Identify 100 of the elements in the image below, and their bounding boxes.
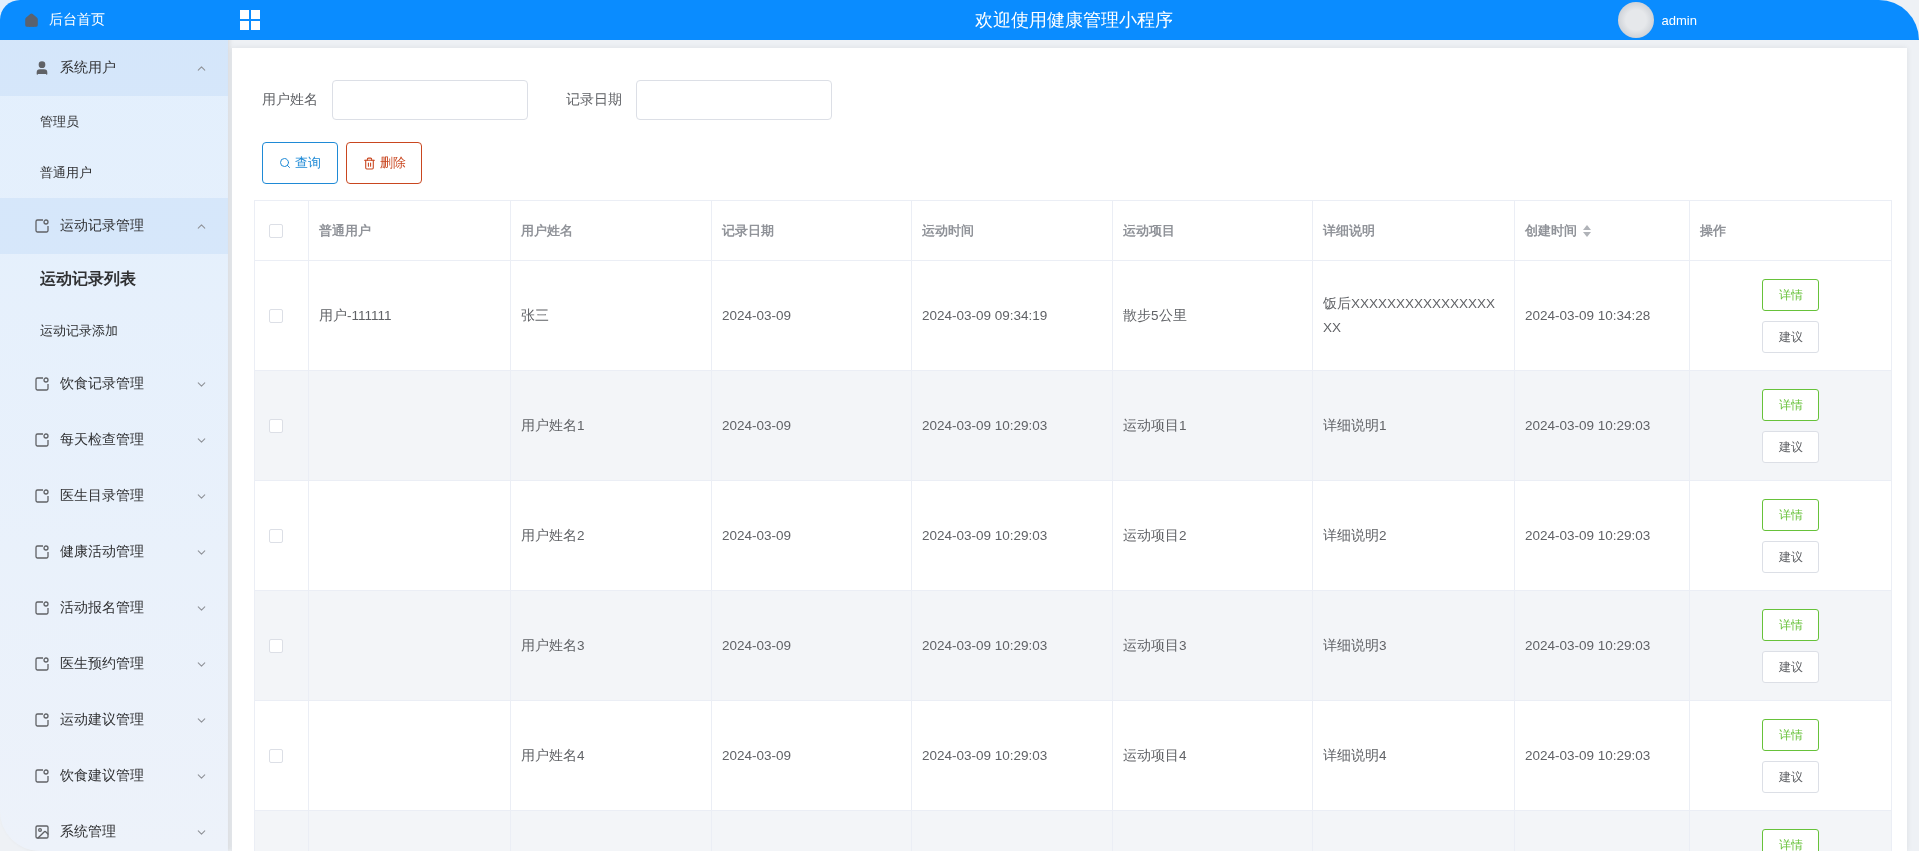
home-icon: [24, 12, 39, 28]
table-cell: 2024-03-09 10:29:03: [1515, 591, 1690, 701]
advice-button[interactable]: 建议: [1762, 321, 1819, 353]
advice-button[interactable]: 建议: [1762, 541, 1819, 573]
table-cell: 2024-03-09 10:29:03: [912, 481, 1113, 591]
delete-button[interactable]: 删除: [346, 142, 422, 184]
table-cell: 2024-03-09 09:34:19: [912, 261, 1113, 371]
checkbox[interactable]: [269, 528, 283, 543]
table-cell: 用户姓名2: [511, 481, 712, 591]
advice-button[interactable]: 建议: [1762, 761, 1819, 793]
image-icon: [34, 824, 50, 840]
search-button[interactable]: 查询: [262, 142, 338, 184]
table-cell: 详细说明1: [1313, 371, 1515, 481]
menu-group-label: 饮食建议管理: [60, 767, 145, 785]
column-label: 详细说明: [1323, 221, 1375, 240]
menu-group[interactable]: 医生预约管理: [0, 636, 228, 692]
note-icon: [34, 600, 50, 616]
table-cell: 详细说明3: [1313, 591, 1515, 701]
menu-group[interactable]: 运动建议管理: [0, 692, 228, 748]
table-cell: 运动项目1: [1113, 371, 1313, 481]
table-cell: 运动项目2: [1113, 481, 1313, 591]
menu-group[interactable]: 系统用户: [0, 40, 228, 96]
menu-group[interactable]: 活动报名管理: [0, 580, 228, 636]
table-cell: 2024-03-09: [712, 591, 912, 701]
table-cell: 用户姓名4: [511, 701, 712, 811]
menu-item[interactable]: 普通用户: [0, 147, 228, 198]
table-cell: 用户姓名3: [511, 591, 712, 701]
checkbox[interactable]: [269, 418, 283, 433]
table-cell: 2024-03-09: [712, 701, 912, 811]
advice-button[interactable]: 建议: [1762, 431, 1819, 463]
table-cell: 详细说明4: [1313, 701, 1515, 811]
table-cell: 2024-03-09 10:29:03: [1515, 701, 1690, 811]
menu-group-label: 每天检查管理: [60, 431, 145, 449]
trash-icon: [362, 156, 376, 170]
menu-group-label: 饮食记录管理: [60, 375, 145, 393]
user-name: admin: [1661, 12, 1697, 28]
menu-group[interactable]: 系统管理: [0, 804, 228, 851]
table-cell: 用户-111111: [309, 261, 511, 371]
menu-group-label: 运动建议管理: [60, 711, 145, 729]
checkbox[interactable]: [269, 748, 283, 763]
table-cell: 2024-03-09 10:29:03: [1515, 481, 1690, 591]
column-label: 操作: [1700, 221, 1726, 240]
table-cell: 2024-03-09: [712, 481, 912, 591]
note-icon: [34, 656, 50, 672]
note-icon: [34, 544, 50, 560]
table-cell: 饭后XXXXXXXXXXXXXXXXXX: [1313, 261, 1515, 371]
table-cell: 2024-03-09 10:34:28: [1515, 261, 1690, 371]
table-cell: 2024-03-09 10:29:03: [1515, 371, 1690, 481]
menu-group[interactable]: 运动记录管理: [0, 198, 228, 254]
column-label: 创建时间: [1525, 221, 1577, 240]
note-icon: [34, 488, 50, 504]
menu-group-label: 医生预约管理: [60, 655, 145, 673]
menu-group-label: 运动记录管理: [60, 217, 145, 235]
grid-icon[interactable]: [240, 10, 260, 30]
advice-button[interactable]: 建议: [1762, 651, 1819, 683]
menu-group[interactable]: 每天检查管理: [0, 412, 228, 468]
menu-group-label: 系统用户: [60, 59, 117, 77]
table-cell: 运动项目4: [1113, 701, 1313, 811]
note-icon: [34, 218, 50, 234]
menu-group-label: 系统管理: [60, 823, 117, 841]
table-cell: 用户姓名1: [511, 371, 712, 481]
avatar[interactable]: [1617, 2, 1654, 38]
menu-group-label: 健康活动管理: [60, 543, 145, 561]
menu-group[interactable]: 医生目录管理: [0, 468, 228, 524]
note-icon: [34, 432, 50, 448]
menu-group-label: 医生目录管理: [60, 487, 145, 505]
table-cell: 运动项目3: [1113, 591, 1313, 701]
sort-icon[interactable]: [1583, 224, 1591, 237]
note-icon: [34, 712, 50, 728]
table-cell: 2024-03-09: [712, 371, 912, 481]
note-icon: [34, 376, 50, 392]
note-icon: [34, 768, 50, 784]
menu-item[interactable]: 运动记录列表: [0, 254, 228, 305]
table-cell: 2024-03-09 10:29:03: [912, 371, 1113, 481]
input-field[interactable]: [636, 80, 832, 120]
menu-group[interactable]: 饮食记录管理: [0, 356, 228, 412]
column-label: 用户姓名: [521, 221, 573, 240]
table-cell: 2024-03-09 10:29:03: [912, 701, 1113, 811]
table-cell: 张三: [511, 261, 712, 371]
menu-group[interactable]: 健康活动管理: [0, 524, 228, 580]
table-cell: 2024-03-09: [712, 261, 912, 371]
column-label: 运动项目: [1123, 221, 1175, 240]
search-icon: [279, 157, 291, 169]
table-cell: 散步5公里: [1113, 261, 1313, 371]
menu-group-label: 活动报名管理: [60, 599, 145, 617]
column-label: 记录日期: [722, 221, 774, 240]
menu-item[interactable]: 运动记录添加: [0, 305, 228, 356]
page-title: 欢迎使用健康管理小程序: [974, 10, 1173, 30]
table-cell: 详细说明2: [1313, 481, 1515, 591]
menu-item[interactable]: 管理员: [0, 96, 228, 147]
checkbox[interactable]: [269, 638, 283, 653]
checkbox[interactable]: [269, 223, 283, 238]
menu-group[interactable]: 饮食建议管理: [0, 748, 228, 804]
user-icon: [34, 60, 50, 76]
table-cell: 2024-03-09 10:29:03: [912, 591, 1113, 701]
column-label: 运动时间: [922, 221, 974, 240]
filter-label: 记录日期: [566, 91, 622, 109]
filter-label: 用户姓名: [262, 91, 318, 109]
input-field[interactable]: [332, 80, 528, 120]
checkbox[interactable]: [269, 308, 283, 323]
